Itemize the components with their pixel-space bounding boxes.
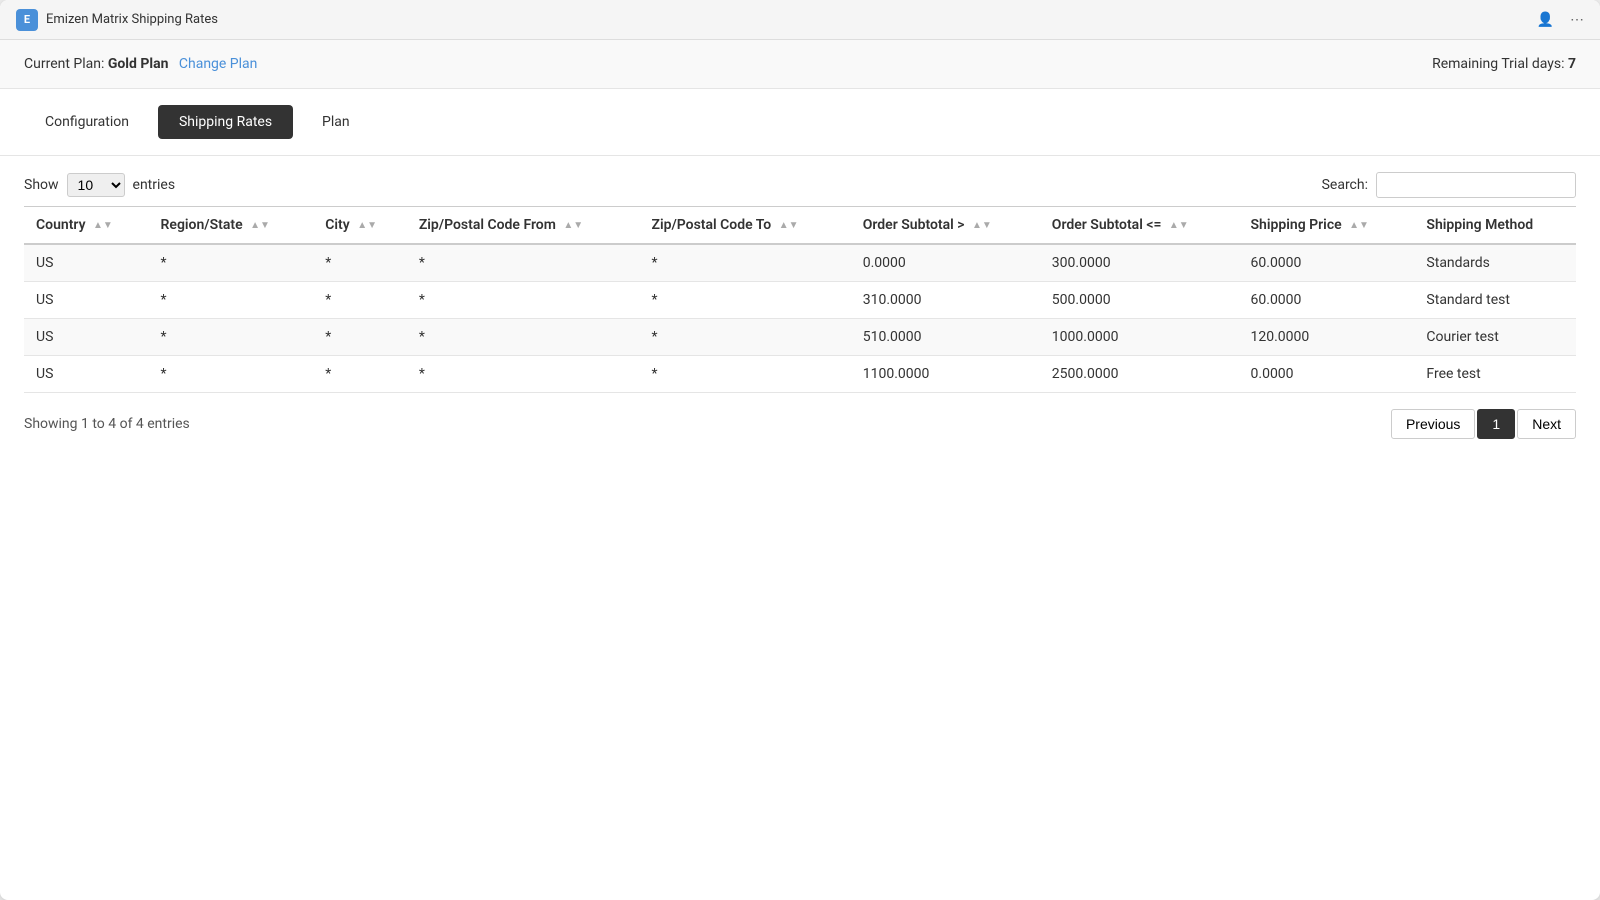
title-bar: E Emizen Matrix Shipping Rates 👤 ⋯ [0,0,1600,40]
search-input[interactable] [1376,172,1576,198]
table-row: US****1100.00002500.00000.0000Free test [24,356,1576,393]
cell-zip_to-3: * [639,356,850,393]
main-content: Current Plan: Gold Plan Change Plan Rema… [0,40,1600,900]
sort-icon-city: ▲▼ [357,220,377,231]
col-region[interactable]: Region/State ▲▼ [149,207,314,245]
col-zip-from[interactable]: Zip/Postal Code From ▲▼ [407,207,640,245]
change-plan-link[interactable]: Change Plan [179,56,258,72]
col-country[interactable]: Country ▲▼ [24,207,149,245]
cell-shipping_price-2: 120.0000 [1239,319,1415,356]
previous-button[interactable]: Previous [1391,409,1475,439]
plan-name: Gold Plan [108,56,169,72]
col-order-subtotal-lte[interactable]: Order Subtotal <= ▲▼ [1040,207,1239,245]
entries-select[interactable]: 10 25 50 100 [67,173,125,197]
col-shipping-method[interactable]: Shipping Method [1414,207,1576,245]
col-zip-to[interactable]: Zip/Postal Code To ▲▼ [639,207,850,245]
cell-order_subtotal_lte-3: 2500.0000 [1040,356,1239,393]
col-city[interactable]: City ▲▼ [313,207,407,245]
cell-zip_from-2: * [407,319,640,356]
search-label: Search: [1322,177,1368,193]
cell-city-1: * [313,282,407,319]
cell-zip_from-3: * [407,356,640,393]
pagination-area: Showing 1 to 4 of 4 entries Previous 1 N… [0,393,1600,455]
cell-region-3: * [149,356,314,393]
search-box: Search: [1322,172,1576,198]
sort-icon-shipping-price: ▲▼ [1349,220,1369,231]
cell-shipping_price-0: 60.0000 [1239,244,1415,282]
cell-region-2: * [149,319,314,356]
cell-order_subtotal_lte-1: 500.0000 [1040,282,1239,319]
table-row: US****510.00001000.0000120.0000Courier t… [24,319,1576,356]
cell-country-1: US [24,282,149,319]
show-entries: Show 10 25 50 100 entries [24,173,175,197]
page-1-button[interactable]: 1 [1477,409,1515,439]
user-icon[interactable]: 👤 [1537,12,1554,28]
col-order-subtotal-gt[interactable]: Order Subtotal > ▲▼ [851,207,1040,245]
app-title: Emizen Matrix Shipping Rates [46,12,218,27]
cell-city-3: * [313,356,407,393]
cell-zip_to-2: * [639,319,850,356]
app-icon: E [16,9,38,31]
cell-shipping_method-2: Courier test [1414,319,1576,356]
cell-order_subtotal_gt-2: 510.0000 [851,319,1040,356]
tabs-bar: Configuration Shipping Rates Plan [0,89,1600,156]
table-controls: Show 10 25 50 100 entries Search: [0,156,1600,206]
cell-order_subtotal_gt-1: 310.0000 [851,282,1040,319]
sort-icon-region: ▲▼ [250,220,270,231]
cell-country-0: US [24,244,149,282]
table-row: US****0.0000300.000060.0000Standards [24,244,1576,282]
cell-shipping_method-0: Standards [1414,244,1576,282]
table-wrapper: Country ▲▼ Region/State ▲▼ City ▲▼ Zip [0,206,1600,393]
cell-order_subtotal_gt-3: 1100.0000 [851,356,1040,393]
pagination-buttons: Previous 1 Next [1391,409,1576,439]
next-button[interactable]: Next [1517,409,1576,439]
title-bar-left: E Emizen Matrix Shipping Rates [16,9,218,31]
table-header-row: Country ▲▼ Region/State ▲▼ City ▲▼ Zip [24,207,1576,245]
shipping-rates-table: Country ▲▼ Region/State ▲▼ City ▲▼ Zip [24,206,1576,393]
more-icon[interactable]: ⋯ [1570,12,1584,28]
app-window: E Emizen Matrix Shipping Rates 👤 ⋯ Curre… [0,0,1600,900]
cell-region-1: * [149,282,314,319]
pagination-info: Showing 1 to 4 of 4 entries [24,416,190,432]
table-row: US****310.0000500.000060.0000Standard te… [24,282,1576,319]
cell-region-0: * [149,244,314,282]
trial-label: Remaining Trial days: [1432,56,1564,72]
cell-order_subtotal_gt-0: 0.0000 [851,244,1040,282]
sort-icon-subtotal-lte: ▲▼ [1169,220,1189,231]
cell-shipping_method-3: Free test [1414,356,1576,393]
trial-info: Remaining Trial days: 7 [1432,56,1576,72]
cell-order_subtotal_lte-0: 300.0000 [1040,244,1239,282]
cell-zip_from-0: * [407,244,640,282]
col-shipping-price[interactable]: Shipping Price ▲▼ [1239,207,1415,245]
sort-icon-zip-from: ▲▼ [563,220,583,231]
cell-zip_to-1: * [639,282,850,319]
cell-shipping_method-1: Standard test [1414,282,1576,319]
cell-country-3: US [24,356,149,393]
tab-configuration[interactable]: Configuration [24,105,150,139]
title-bar-right: 👤 ⋯ [1537,12,1584,28]
entries-label: entries [133,177,176,193]
plan-bar: Current Plan: Gold Plan Change Plan Rema… [0,40,1600,89]
sort-icon-subtotal-gt: ▲▼ [972,220,992,231]
sort-icon-country: ▲▼ [93,220,113,231]
tab-shipping-rates[interactable]: Shipping Rates [158,105,293,139]
cell-shipping_price-3: 0.0000 [1239,356,1415,393]
cell-zip_from-1: * [407,282,640,319]
plan-info: Current Plan: Gold Plan Change Plan [24,56,257,72]
plan-label: Current Plan: [24,56,104,72]
tab-plan[interactable]: Plan [301,105,371,139]
show-label: Show [24,177,59,193]
cell-shipping_price-1: 60.0000 [1239,282,1415,319]
cell-city-2: * [313,319,407,356]
cell-zip_to-0: * [639,244,850,282]
cell-country-2: US [24,319,149,356]
cell-order_subtotal_lte-2: 1000.0000 [1040,319,1239,356]
cell-city-0: * [313,244,407,282]
sort-icon-zip-to: ▲▼ [779,220,799,231]
trial-days: 7 [1568,56,1576,72]
